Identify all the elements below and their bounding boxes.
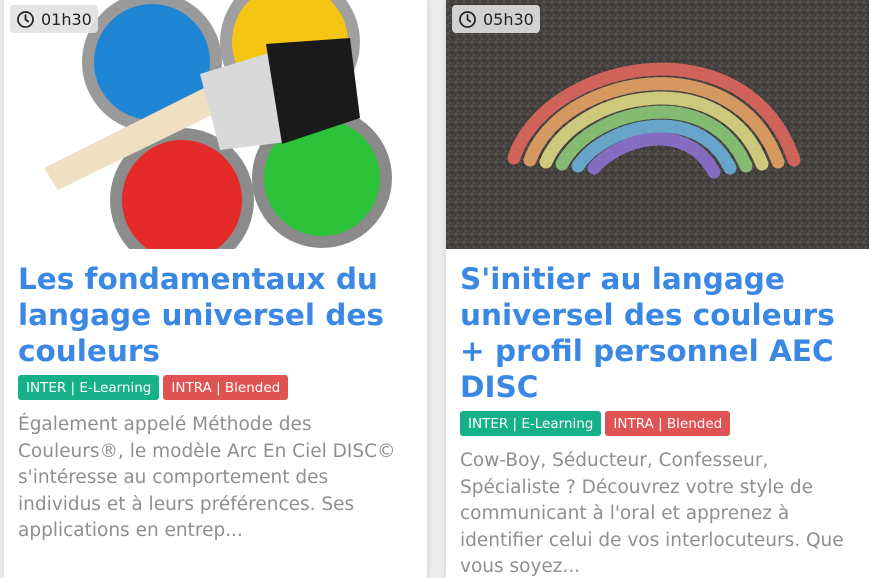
clock-icon: [459, 10, 476, 28]
badge-intra: INTRA | Blended: [163, 375, 289, 400]
badge-list: INTER | E-Learning INTRA | Blended: [18, 375, 427, 400]
paint-cans-image: [4, 0, 427, 249]
duration-text: 01h30: [41, 9, 92, 29]
badge-intra: INTRA | Blended: [605, 411, 731, 436]
card-image[interactable]: 01h30: [4, 0, 427, 249]
chalk-rainbow-image: [446, 0, 869, 249]
training-card[interactable]: 01h30 Les fondamentaux du langage univer…: [4, 0, 427, 578]
card-image[interactable]: 05h30: [446, 0, 869, 249]
badge-list: INTER | E-Learning INTRA | Blended: [460, 411, 869, 436]
card-description: Cow-Boy, Séducteur, Confesseur, Spéciali…: [460, 450, 844, 577]
card-description: Également appelé Méthode des Couleurs®, …: [18, 414, 396, 541]
duration-text: 05h30: [483, 9, 534, 29]
badge-inter: INTER | E-Learning: [460, 411, 602, 436]
duration-badge: 01h30: [10, 5, 98, 33]
training-card[interactable]: 05h30 S'initier au langage universel des…: [446, 0, 869, 578]
badge-inter: INTER | E-Learning: [18, 375, 160, 400]
clock-icon: [17, 10, 34, 28]
card-title[interactable]: Les fondamentaux du langage universel de…: [18, 261, 417, 369]
card-title[interactable]: S'initier au langage universel des coule…: [460, 261, 859, 405]
duration-badge: 05h30: [452, 5, 540, 33]
